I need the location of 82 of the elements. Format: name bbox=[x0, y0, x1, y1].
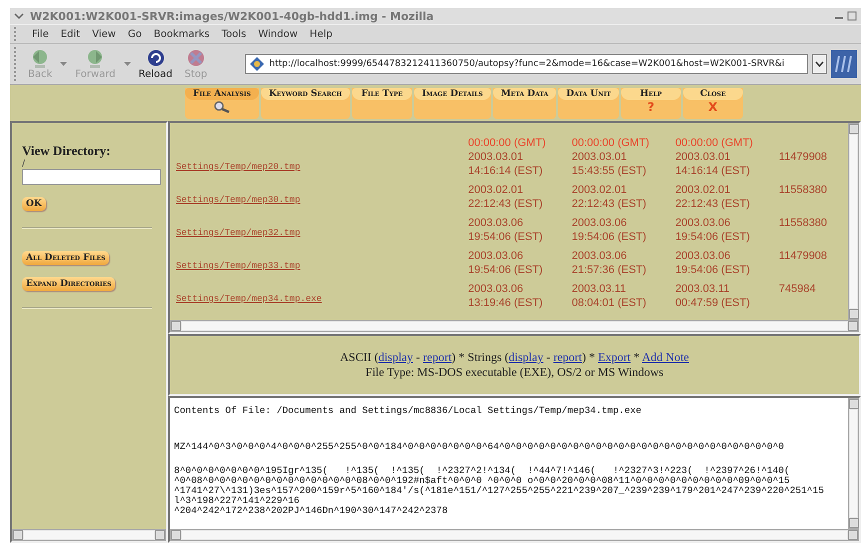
view-options: ASCII (display - report) * Strings (display - report) * Export * Add Note bbox=[340, 350, 689, 365]
menu-item[interactable]: View bbox=[92, 28, 116, 40]
menu-item[interactable]: Help bbox=[310, 28, 332, 40]
page-icon bbox=[249, 56, 266, 72]
nav-tab[interactable]: Close bbox=[682, 88, 743, 100]
time-cell-text: 2003.03.11 08:04:01 (EST) bbox=[572, 282, 648, 310]
horizontal-scrollbar[interactable] bbox=[170, 320, 859, 332]
size-cell-text: 11558380 bbox=[778, 216, 828, 230]
time-cell-text: 2003.03.11 00:47:59 (EST) bbox=[675, 282, 751, 310]
string-line: MZ^144^0^3^0^0^0^4^0^0^0^255^255^0^0^184^0^0^0^0^0^0^0^64^0^0^0^0^0^0^0^0^0^0^0^0^0^0^0^0^0^0^0^0^0^0^0^0^0 bbox=[174, 442, 785, 452]
contents-heading: Contents Of File: /Documents and Settings/mc8836/Local Settings/Temp/mep34.tmp.exe bbox=[174, 406, 642, 416]
time-cell-text: 2003.02.01 22:12:43 (EST) bbox=[675, 183, 751, 211]
file-link[interactable]: Settings/Temp/mep32.tmp bbox=[176, 228, 300, 238]
menu-item[interactable]: Edit bbox=[60, 28, 80, 40]
time-cell-text: 2003.03.06 19:54:06 (EST) bbox=[675, 216, 751, 244]
size-cell-text: 11558380 bbox=[778, 183, 828, 197]
horizontal-scrollbar[interactable] bbox=[170, 529, 859, 541]
time-cell-text: 2003.03.06 19:54:06 (EST) bbox=[468, 216, 544, 244]
link[interactable]: report bbox=[423, 350, 452, 364]
browser-logo-icon bbox=[831, 50, 857, 78]
nav-tab[interactable]: Meta Data bbox=[492, 88, 556, 100]
string-line: ^0^08^0^0^0^0^0^0^0^0^0^0^0^0^0^08^0^0^192#n$aft^0^0^0 ^0^0^0 o^0^0^20^0^0^08^11^0^0^0^0^0^0^0^0^0^09^0^0^15 bbox=[174, 476, 791, 486]
time-cell-text: 00:00:00 (GMT) bbox=[468, 136, 547, 150]
vertical-scrollbar[interactable] bbox=[848, 398, 859, 529]
nav-tab[interactable]: Image Details bbox=[414, 88, 491, 100]
horizontal-scrollbar[interactable] bbox=[12, 529, 166, 541]
menu-item[interactable]: File bbox=[32, 28, 49, 40]
caret-icon bbox=[815, 61, 824, 67]
file-link[interactable]: Settings/Temp/mep20.tmp bbox=[176, 162, 300, 172]
file-type-text: File Type: MS-DOS executable (EXE), OS/2 or MS Windows bbox=[366, 365, 664, 380]
string-line: ^1741^27\^131)3es^157^200^159r^5^160^184'/s(^181e^151/^127^255^255^221^239^207_^239^239^179^201^247^239^220^251^15 bbox=[174, 486, 825, 496]
dropdown-caret-icon[interactable] bbox=[124, 62, 130, 66]
sidebar-heading: View Directory: bbox=[22, 143, 110, 159]
nav-tab[interactable]: Help bbox=[620, 88, 681, 100]
time-cell-text: 2003.03.06 19:54:06 (EST) bbox=[468, 249, 544, 277]
file-link[interactable]: Settings/Temp/mep34.tmp.exe bbox=[176, 294, 322, 304]
link[interactable]: Add Note bbox=[642, 350, 689, 364]
time-cell-text: 2003.03.06 19:54:06 (EST) bbox=[675, 249, 751, 277]
menu-item[interactable]: Go bbox=[128, 28, 142, 40]
time-cell-text: 00:00:00 (GMT) bbox=[675, 136, 754, 150]
time-cell-text: 2003.03.06 13:19:46 (EST) bbox=[468, 282, 544, 310]
sidebar-button[interactable]: Expand Directories bbox=[22, 277, 116, 291]
window-menu-icon[interactable] bbox=[14, 12, 24, 20]
dropdown-button[interactable] bbox=[812, 54, 827, 74]
file-link[interactable]: Settings/Temp/mep30.tmp bbox=[176, 195, 300, 205]
menu-item[interactable]: Window bbox=[258, 28, 298, 40]
time-cell-text: 2003.03.01 14:16:14 (EST) bbox=[675, 150, 751, 178]
time-cell-text: 2003.03.01 14:16:14 (EST) bbox=[468, 150, 544, 178]
link[interactable]: display bbox=[508, 350, 544, 364]
string-line: ^204^242^172^238^202PJ^146Dn^190^30^147^242^2378 bbox=[174, 506, 449, 516]
link[interactable]: display bbox=[378, 350, 413, 364]
time-cell-text: 2003.03.06 21:57:36 (EST) bbox=[572, 249, 648, 277]
menu-item[interactable]: Tools bbox=[222, 28, 246, 40]
time-cell-text: 2003.02.01 22:12:43 (EST) bbox=[572, 183, 648, 211]
vertical-scrollbar[interactable] bbox=[848, 123, 859, 320]
size-cell-text: 11479908 bbox=[778, 249, 828, 263]
nav-tab[interactable]: Keyword Search bbox=[260, 88, 350, 100]
time-cell-text: 2003.03.06 19:54:06 (EST) bbox=[572, 216, 648, 244]
string-line: 8^0^0^0^0^0^0^0^195Igr^135( !^135( !^135( !^2327^2!^134( !^44^7!^146( !^2327^3!^223( !^2397^26!^140( bbox=[174, 466, 791, 476]
search-icon bbox=[212, 101, 231, 113]
string-line: l^3^198^227^141^229^16 bbox=[174, 496, 300, 506]
nav-tab[interactable]: File Analysis bbox=[185, 88, 259, 100]
time-cell-text: 2003.03.01 15:43:55 (EST) bbox=[572, 150, 648, 178]
toolbar-button[interactable]: Reload bbox=[134, 48, 177, 80]
sidebar-button[interactable]: All Deleted Files bbox=[22, 251, 110, 265]
size-cell-text: 11479908 bbox=[778, 150, 828, 164]
dropdown-caret-icon[interactable] bbox=[60, 62, 68, 66]
maximize-icon[interactable] bbox=[847, 11, 857, 21]
time-cell-text: 00:00:00 (GMT) bbox=[572, 136, 650, 150]
size-cell-text: 745984 bbox=[778, 282, 817, 296]
path-label: / bbox=[22, 159, 26, 169]
nav-tab[interactable]: Data Unit bbox=[558, 88, 619, 100]
nav-tab[interactable]: File Type bbox=[352, 88, 412, 100]
link[interactable]: Export bbox=[598, 350, 631, 364]
time-cell-text: 2003.02.01 22:12:43 (EST) bbox=[468, 183, 544, 211]
address-field[interactable]: http://localhost:9999/6544783212411360750/autopsy?func=2&mode=16&case=W2K001&host=W2K001-SRVR&i bbox=[245, 54, 808, 74]
link[interactable]: report bbox=[553, 350, 582, 364]
file-link[interactable]: Settings/Temp/mep33.tmp bbox=[176, 261, 300, 271]
ok-button[interactable]: OK bbox=[22, 197, 46, 211]
window-title: W2K001:W2K001-SRVR:images/W2K001-40gb-hdd1.img - Mozilla bbox=[30, 10, 435, 22]
menu-item[interactable]: Bookmarks bbox=[154, 28, 210, 40]
directory-input-field[interactable] bbox=[22, 169, 161, 185]
